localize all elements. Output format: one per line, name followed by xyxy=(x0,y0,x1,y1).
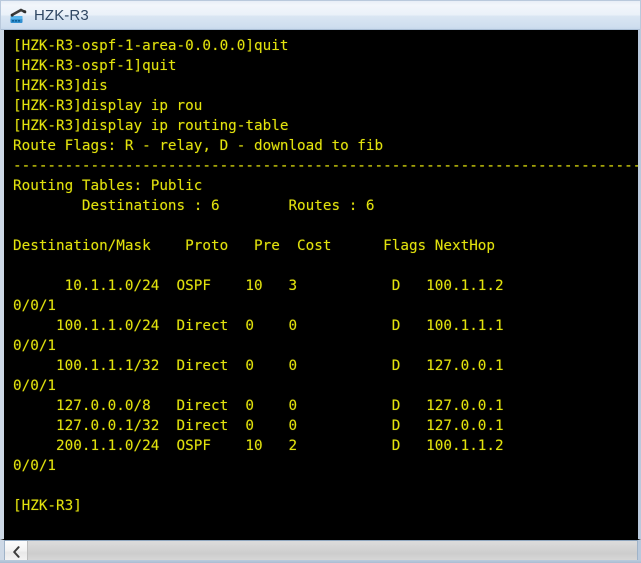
scroll-left-button[interactable] xyxy=(5,541,28,562)
terminal-output: [HZK-R3-ospf-1-area-0.0.0.0]quit [HZK-R3… xyxy=(13,38,638,514)
terminal-window: HZK-R3 [HZK-R3-ospf-1-area-0.0.0.0]quit … xyxy=(0,0,641,563)
chevron-left-icon xyxy=(12,545,21,558)
router-terminal-icon xyxy=(8,6,28,26)
terminal-frame: [HZK-R3-ospf-1-area-0.0.0.0]quit [HZK-R3… xyxy=(0,30,641,539)
window-titlebar[interactable]: HZK-R3 xyxy=(0,0,641,30)
scrollbar-inner[interactable] xyxy=(4,540,638,563)
scrollbar-track[interactable] xyxy=(28,541,637,562)
window-title: HZK-R3 xyxy=(34,6,89,24)
horizontal-scrollbar[interactable] xyxy=(0,539,641,563)
terminal-screen[interactable]: [HZK-R3-ospf-1-area-0.0.0.0]quit [HZK-R3… xyxy=(4,30,638,539)
